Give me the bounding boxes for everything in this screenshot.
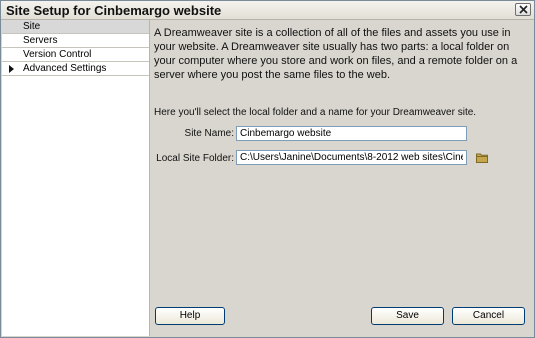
browse-folder-button[interactable] (476, 152, 488, 163)
intro-text: A Dreamweaver site is a collection of al… (154, 27, 518, 81)
site-panel: A Dreamweaver site is a collection of al… (150, 20, 534, 336)
sidebar-item-version-control[interactable]: Version Control (2, 48, 149, 62)
local-folder-label: Local Site Folder: (156, 153, 234, 164)
folder-icon (476, 153, 488, 163)
save-button[interactable]: Save (371, 307, 444, 325)
help-button[interactable]: Help (155, 307, 225, 325)
cancel-button[interactable]: Cancel (452, 307, 525, 325)
window-title: Site Setup for Cinbemargo website (6, 3, 222, 18)
sidebar-item-advanced-settings[interactable]: Advanced Settings (2, 62, 149, 76)
close-icon (519, 5, 528, 14)
sidebar-item-label: Advanced Settings (23, 63, 107, 74)
sidebar-item-servers[interactable]: Servers (2, 34, 149, 48)
sidebar-item-label: Version Control (23, 49, 92, 60)
local-folder-input[interactable] (236, 150, 467, 165)
close-button[interactable] (515, 3, 531, 16)
instruction-text: Here you'll select the local folder and … (154, 107, 477, 118)
site-setup-dialog: Site Setup for Cinbemargo website Site S… (0, 0, 535, 338)
sidebar-item-label: Site (23, 21, 41, 32)
title-bar: Site Setup for Cinbemargo website (1, 1, 534, 20)
site-name-label: Site Name: (184, 128, 234, 139)
expand-arrow-icon[interactable] (9, 65, 14, 73)
site-name-input[interactable] (236, 126, 467, 141)
sidebar-item-label: Servers (23, 35, 58, 46)
category-sidebar: Site Servers Version Control Advanced Se… (2, 20, 150, 336)
sidebar-item-site[interactable]: Site (2, 20, 149, 34)
